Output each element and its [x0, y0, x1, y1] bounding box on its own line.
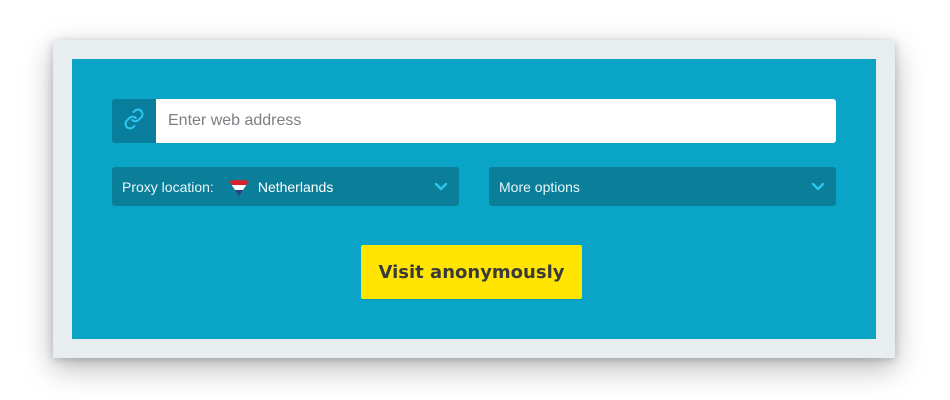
more-options-label: More options — [499, 178, 580, 195]
proxy-location-dropdown[interactable]: Proxy location: Netherlands — [112, 167, 459, 206]
visit-anonymously-button[interactable]: Visit anonymously — [361, 245, 582, 299]
chevron-down-icon — [433, 179, 449, 195]
proxy-location-value: Netherlands — [257, 178, 334, 195]
netherlands-flag-icon — [228, 176, 250, 198]
proxy-location-label: Proxy location: — [122, 178, 214, 195]
more-options-dropdown[interactable]: More options — [489, 167, 836, 206]
link-icon-box — [112, 99, 156, 143]
page-stage: Proxy location: — [0, 0, 950, 400]
proxy-form-panel: Proxy location: — [72, 59, 876, 339]
chevron-down-icon — [810, 179, 826, 195]
url-row — [112, 99, 836, 143]
proxy-card: Proxy location: — [53, 40, 895, 358]
url-input[interactable] — [156, 99, 836, 143]
link-icon — [123, 108, 145, 135]
